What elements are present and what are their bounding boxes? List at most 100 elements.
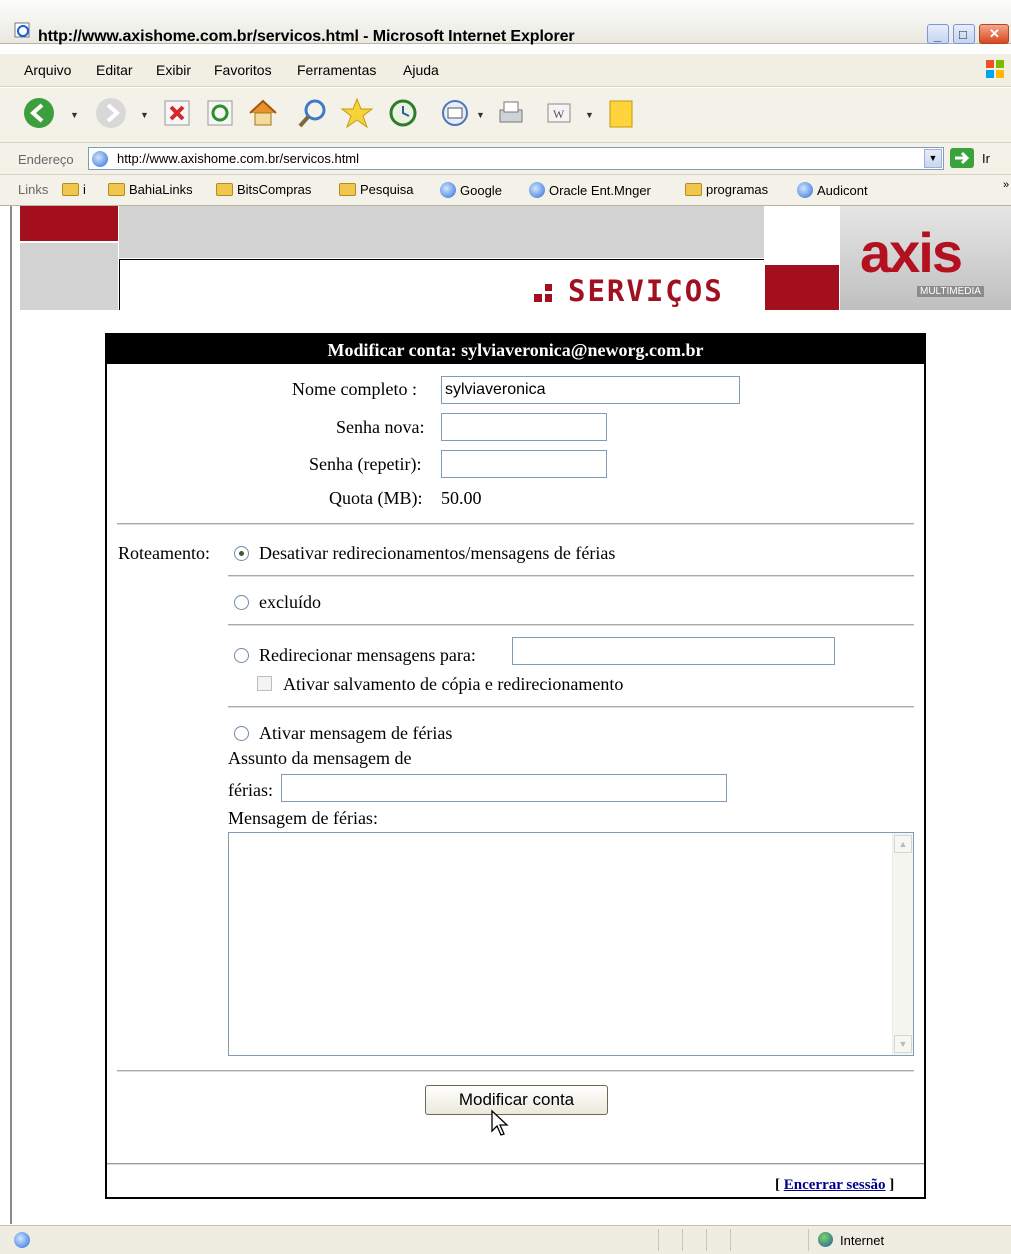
quota-value: 50.00 xyxy=(441,488,482,508)
new-password-label: Senha nova: xyxy=(336,417,425,437)
folder-icon xyxy=(685,183,702,196)
routing-forward-label: Redirecionar mensagens para: xyxy=(259,645,476,665)
forward-icon[interactable] xyxy=(94,96,128,130)
folder-icon xyxy=(62,183,79,196)
scroll-up-icon[interactable]: ▲ xyxy=(894,835,912,853)
modify-account-button[interactable]: Modificar conta xyxy=(425,1085,608,1115)
maximize-icon: □ xyxy=(959,27,967,42)
folder-icon xyxy=(339,183,356,196)
site-header: SERVIÇOS axis MULTIMEDIA xyxy=(20,206,1011,310)
windows-logo-icon xyxy=(986,60,1004,78)
link-bitscompras[interactable]: BitsCompras xyxy=(216,182,311,197)
modify-account-form: Modificar conta: sylviaveronica@neworg.c… xyxy=(105,333,926,1199)
folder-icon xyxy=(108,183,125,196)
vacation-message-label: Mensagem de férias: xyxy=(228,808,378,828)
section-title: SERVIÇOS xyxy=(568,274,724,308)
link-oracle[interactable]: Oracle Ent.Mnger xyxy=(529,182,651,198)
address-dropdown-icon[interactable]: ▼ xyxy=(924,149,942,168)
header-white-box xyxy=(765,206,839,265)
notes-icon[interactable] xyxy=(604,96,638,130)
vacation-message-textarea[interactable]: ▲ ▼ xyxy=(228,832,914,1056)
divider xyxy=(228,706,914,708)
vacation-subject-input[interactable] xyxy=(281,774,727,802)
textarea-scrollbar[interactable]: ▲ ▼ xyxy=(892,833,913,1055)
section-bullet-icon xyxy=(534,284,552,302)
page-icon xyxy=(529,182,545,198)
routing-deleted-label: excluído xyxy=(259,592,321,612)
vacation-subject-label-cont: férias: xyxy=(228,780,273,800)
menu-editar[interactable]: Editar xyxy=(96,62,133,78)
back-icon[interactable] xyxy=(22,96,56,130)
logout-link[interactable]: Encerrar sessão xyxy=(784,1177,886,1193)
forward-address-input[interactable] xyxy=(512,637,835,665)
keep-copy-checkbox[interactable] xyxy=(257,676,272,691)
refresh-icon[interactable] xyxy=(203,96,237,130)
folder-icon xyxy=(216,183,233,196)
link-pesquisa[interactable]: Pesquisa xyxy=(339,182,413,197)
search-icon[interactable] xyxy=(296,96,330,130)
go-button-label[interactable]: Ir xyxy=(982,151,990,166)
mail-icon[interactable] xyxy=(439,96,473,130)
vacation-subject-label: Assunto da mensagem de xyxy=(228,748,412,768)
print-icon[interactable] xyxy=(494,96,528,130)
close-icon: ✕ xyxy=(989,26,1000,41)
status-separator xyxy=(658,1229,659,1251)
toolbar: ▼ ▼ ▼ W ▼ xyxy=(0,88,1011,143)
header-gray-block xyxy=(20,243,118,310)
repeat-password-label: Senha (repetir): xyxy=(309,454,422,474)
keep-copy-label: Ativar salvamento de cópia e redireciona… xyxy=(283,674,624,694)
divider xyxy=(107,1163,924,1165)
link-i[interactable]: i xyxy=(62,182,86,197)
stop-icon[interactable] xyxy=(160,96,194,130)
axis-logo-sub: MULTIMEDIA xyxy=(917,286,984,297)
routing-forward-radio[interactable] xyxy=(234,648,249,663)
routing-deleted-radio[interactable] xyxy=(234,595,249,610)
back-dropdown-icon[interactable]: ▼ xyxy=(70,110,79,120)
divider xyxy=(228,624,914,626)
link-google[interactable]: Google xyxy=(440,182,502,198)
history-icon[interactable] xyxy=(385,96,419,130)
link-bahialinks[interactable]: BahiaLinks xyxy=(108,182,193,197)
edit-word-icon[interactable]: W xyxy=(542,96,576,130)
divider xyxy=(228,575,914,577)
menu-favoritos[interactable]: Favoritos xyxy=(214,62,272,78)
scroll-down-icon[interactable]: ▼ xyxy=(894,1035,912,1053)
favorites-icon[interactable] xyxy=(340,96,374,130)
home-icon[interactable] xyxy=(246,96,280,130)
logout-bracket-close: ] xyxy=(889,1177,895,1193)
go-arrow-icon[interactable] xyxy=(950,148,974,168)
window-title-bar: http://www.axishome.com.br/servicos.html… xyxy=(0,0,1011,45)
logout-bracket-open: [ xyxy=(775,1177,780,1193)
routing-disable-radio[interactable] xyxy=(234,546,249,561)
header-red-box xyxy=(765,265,839,310)
edit-dropdown-icon[interactable]: ▼ xyxy=(585,110,594,120)
link-audicont[interactable]: Audicont xyxy=(797,182,868,198)
repeat-password-input[interactable] xyxy=(441,450,607,478)
link-programas[interactable]: programas xyxy=(685,182,768,197)
routing-label: Roteamento: xyxy=(118,543,210,563)
header-gray-band xyxy=(119,206,764,258)
minimize-icon: _ xyxy=(934,28,942,43)
address-bar: Endereço http://www.axishome.com.br/serv… xyxy=(0,143,1011,175)
minimize-button[interactable]: _ xyxy=(927,24,949,44)
mail-dropdown-icon[interactable]: ▼ xyxy=(476,110,485,120)
links-overflow-icon[interactable]: » xyxy=(1003,179,1009,191)
routing-disable-label: Desativar redirecionamentos/mensagens de… xyxy=(259,543,616,563)
menu-ajuda[interactable]: Ajuda xyxy=(403,62,439,78)
form-heading: Modificar conta: sylviaveronica@neworg.c… xyxy=(107,335,924,364)
new-password-input[interactable] xyxy=(441,413,607,441)
divider xyxy=(117,523,914,525)
menu-exibir[interactable]: Exibir xyxy=(156,62,191,78)
forward-dropdown-icon[interactable]: ▼ xyxy=(140,110,149,120)
page-content: SERVIÇOS axis MULTIMEDIA Modificar conta… xyxy=(0,206,1011,1224)
close-button[interactable]: ✕ xyxy=(979,24,1009,44)
full-name-label: Nome completo : xyxy=(292,379,417,399)
maximize-button[interactable]: □ xyxy=(953,24,975,44)
address-input[interactable]: http://www.axishome.com.br/servicos.html… xyxy=(88,147,944,170)
full-name-input[interactable] xyxy=(441,376,740,404)
address-label: Endereço xyxy=(18,152,74,167)
routing-vacation-radio[interactable] xyxy=(234,726,249,741)
menu-arquivo[interactable]: Arquivo xyxy=(24,62,71,78)
menu-ferramentas[interactable]: Ferramentas xyxy=(297,62,376,78)
ie-page-icon xyxy=(14,22,30,38)
